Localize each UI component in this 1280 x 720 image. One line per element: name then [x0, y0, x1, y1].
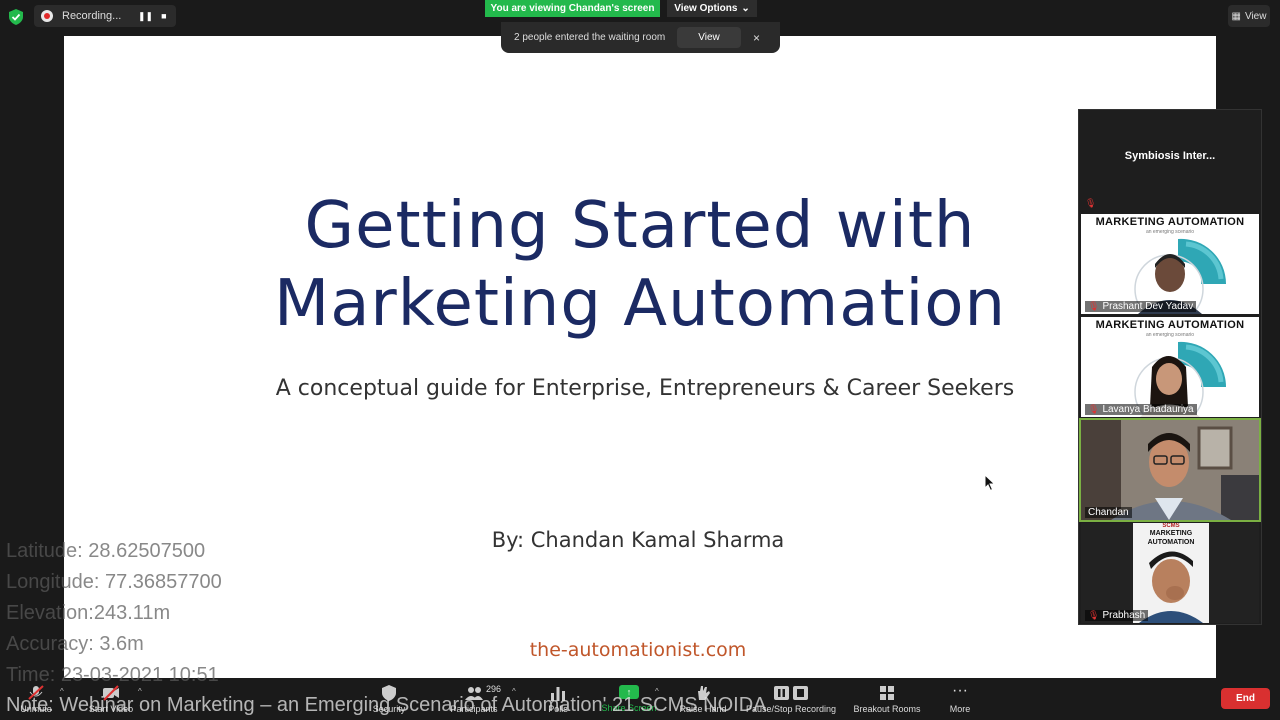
- slide-url: the-automationist.com: [529, 639, 747, 661]
- pause-recording-icon[interactable]: ❚❚: [138, 11, 153, 22]
- breakout-rooms-icon: [880, 685, 894, 700]
- mic-muted-icon: 🎙: [1085, 198, 1097, 208]
- waiting-room-text: 2 people entered the waiting room: [514, 32, 666, 43]
- participant-name: Lavanya Bhadauriya: [1102, 404, 1194, 415]
- pause-stop-icon: [774, 685, 808, 700]
- waiting-room-view-button[interactable]: View: [677, 27, 741, 48]
- gps-note: Note: Webinar on Marketing – an Emerging…: [6, 694, 767, 716]
- chevron-down-icon: ⌄: [741, 3, 750, 14]
- tile-slide-heading: MARKETING AUTOMATION: [1095, 216, 1245, 228]
- shared-screen: Getting Started with Marketing Automatio…: [64, 36, 1216, 678]
- stop-recording-icon[interactable]: ■: [161, 11, 166, 21]
- recording-label: Recording...: [62, 10, 122, 22]
- slide-byline: By: Chandan Kamal Sharma: [491, 528, 785, 552]
- mic-muted-icon: 🎙: [1088, 404, 1100, 414]
- participant-name: Prabhash: [1102, 610, 1146, 621]
- gps-elevation: Elevation:243.11m: [6, 602, 171, 624]
- participant-name-tag: 🎙 Prashant Dev Yadav: [1085, 301, 1197, 312]
- slide-subtitle: A conceptual guide for Enterprise, Entre…: [275, 376, 1015, 401]
- more-label: More: [949, 703, 971, 714]
- view-options-button[interactable]: View Options ⌄: [667, 0, 757, 17]
- participant-name-tag: 🎙 Prabhash: [1085, 610, 1149, 621]
- slide-title-line2: Marketing Automation: [273, 267, 1007, 341]
- grid-icon: ▦: [1231, 10, 1241, 22]
- participant-name: Chandan: [1088, 507, 1129, 518]
- end-meeting-button[interactable]: End: [1221, 688, 1270, 709]
- record-icon: [41, 10, 53, 22]
- gps-latitude: Latitude: 28.62507500: [6, 540, 206, 562]
- breakout-rooms-label: Breakout Rooms: [853, 703, 921, 714]
- participant-tile[interactable]: MARKETING AUTOMATION an emerging scenari…: [1081, 317, 1259, 417]
- view-options-label: View Options: [674, 3, 738, 14]
- participant-tile[interactable]: MARKETING AUTOMATION an emerging scenari…: [1081, 214, 1259, 314]
- participant-video: SCMS MARKETING AUTOMATION: [1133, 523, 1209, 623]
- mic-muted-icon: 🎙: [1088, 301, 1100, 311]
- slide-title-line1: Getting Started with: [304, 189, 976, 263]
- tile-slide-heading: MARKETING AUTOMATION: [1095, 319, 1245, 331]
- participant-name-tag: 🎙 Lavanya Bhadauriya: [1085, 404, 1197, 415]
- breakout-rooms-button[interactable]: Breakout Rooms: [850, 678, 924, 720]
- mouse-cursor-icon: [984, 474, 996, 492]
- participant-video: [1081, 420, 1259, 520]
- gps-accuracy: Accuracy: 3.6m: [6, 633, 144, 655]
- participant-tile-active-speaker[interactable]: Chandan: [1079, 418, 1261, 522]
- gps-time: Time: 23-03-2021 10:51: [6, 664, 219, 686]
- view-layout-button[interactable]: ▦ View: [1228, 5, 1270, 27]
- waiting-room-notification: 2 people entered the waiting room View ×: [501, 22, 780, 53]
- participants-count: 296: [486, 684, 502, 694]
- participant-name: Prashant Dev Yadav: [1102, 301, 1194, 312]
- shield-icon[interactable]: [9, 9, 23, 25]
- viewing-screen-banner: You are viewing Chandan's screen: [485, 0, 660, 17]
- participant-name-tag: Chandan: [1085, 507, 1132, 518]
- more-icon: ···: [952, 681, 968, 699]
- participant-tile[interactable]: Symbiosis Inter... 🎙: [1081, 110, 1259, 210]
- recording-indicator: Recording... ❚❚ ■: [34, 5, 176, 27]
- participant-tile[interactable]: SCMS MARKETING AUTOMATION 🎙 Prabhash: [1081, 523, 1259, 623]
- view-layout-label: View: [1244, 10, 1267, 22]
- participant-video-panel: Symbiosis Inter... 🎙 MARKETING AUTOMATIO…: [1078, 109, 1262, 625]
- more-button[interactable]: ··· More: [940, 678, 980, 720]
- close-icon[interactable]: ×: [753, 31, 760, 45]
- mic-muted-icon: 🎙: [1088, 610, 1100, 620]
- gps-longitude: Longitude: 77.36857700: [6, 571, 222, 593]
- participant-name-large: Symbiosis Inter...: [1124, 150, 1216, 162]
